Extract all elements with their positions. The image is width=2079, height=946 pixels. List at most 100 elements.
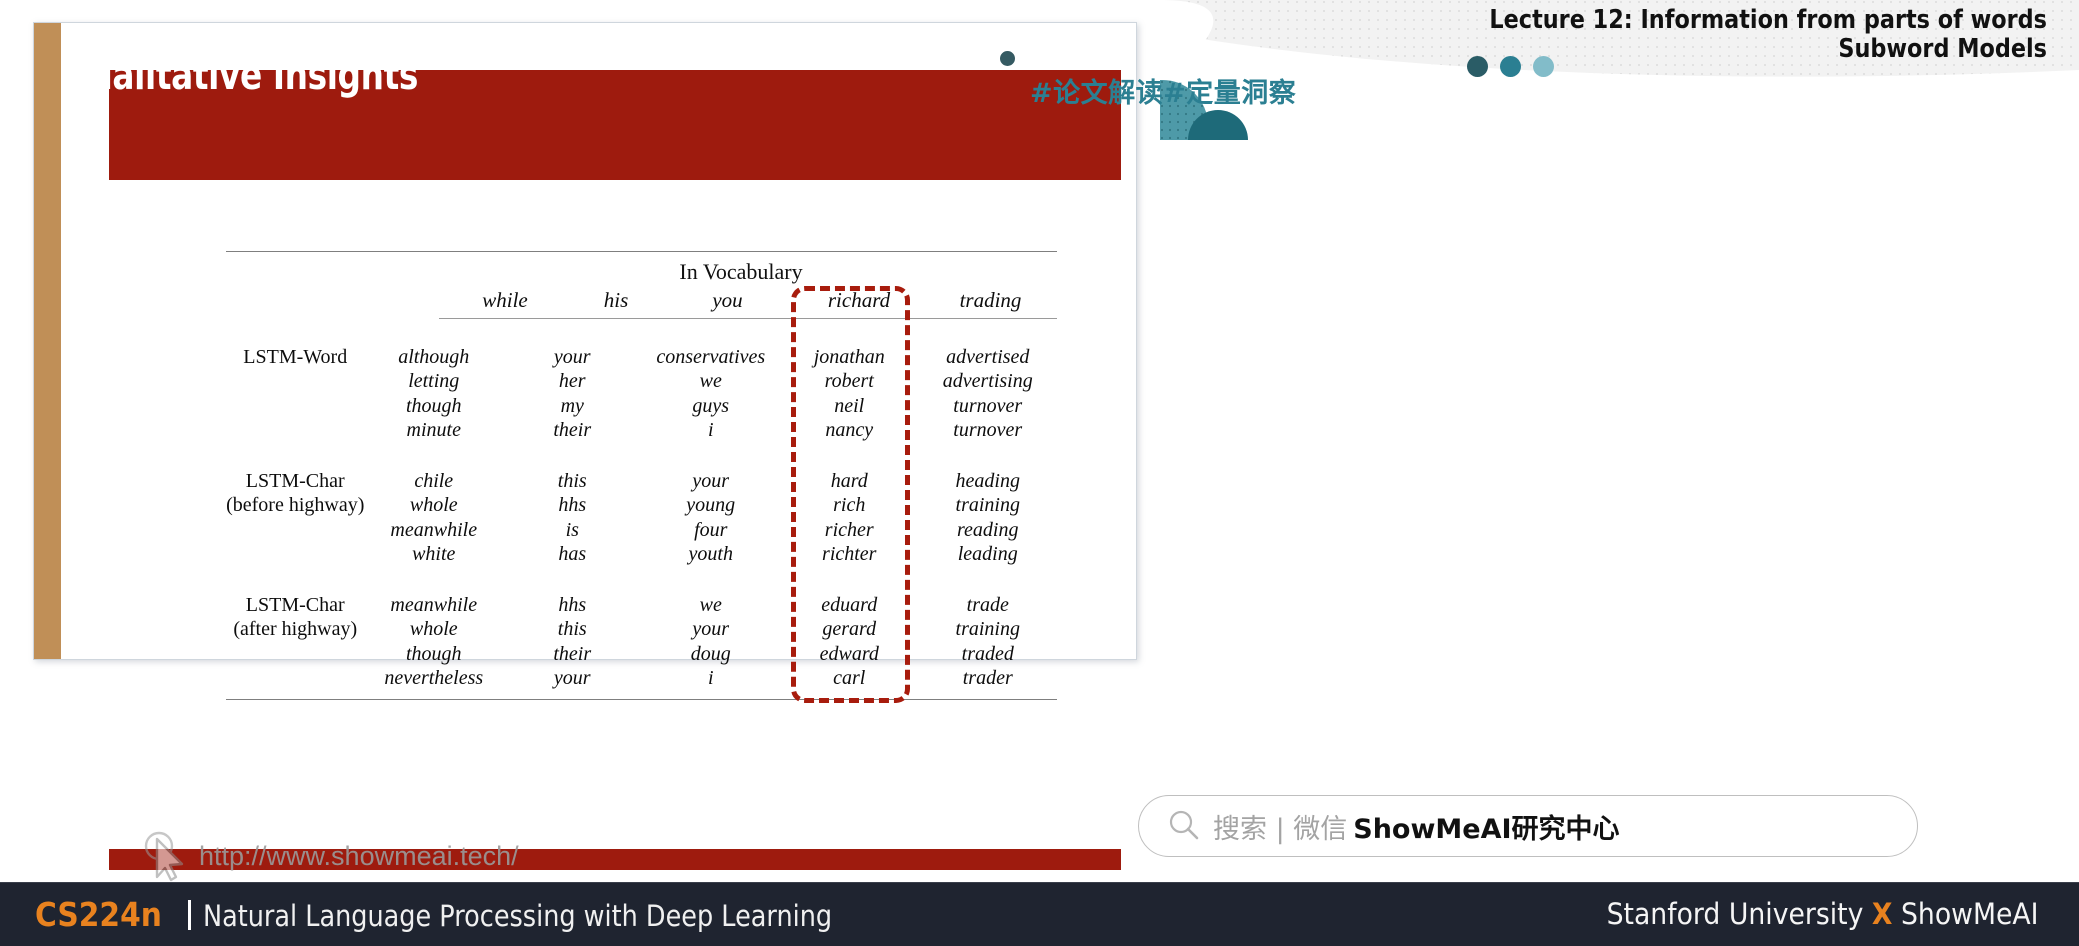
word: richer [824,518,874,541]
row-label-line1: LSTM-Word [243,345,348,368]
cell-r1-c2: your young four youth [642,469,781,567]
word: minute [406,419,461,441]
small-teal-dot [1000,51,1015,66]
cell-r0-c2: conservatives we guys i [642,345,781,443]
word: white [412,543,456,565]
watermark-url: http://www.showmeai.tech/ [199,841,519,871]
word: we [699,370,722,392]
cell-r1-c1: this hhs is has [503,469,642,567]
word: turnover [953,394,1023,417]
word: eduard [821,593,878,616]
footer-bar: CS224n Natural Language Processing with … [0,882,2079,946]
row-label-line2: (before highway) [226,494,365,516]
column-header-3: richard [827,288,891,312]
word: your [692,618,730,640]
word: four [694,518,728,541]
cell-r1-c0: chile whole meanwhile white [365,469,504,567]
word: trade [966,593,1009,616]
lecture-title: Lecture 12: Information from parts of wo… [1462,6,2047,64]
table-group-header: In Vocabulary [679,259,803,284]
word: advertised [946,345,1030,368]
cell-r2-c1: hhs this their your [503,593,642,691]
word: nancy [825,419,874,441]
cell-r1-c3: hard rich richer richter [780,469,919,567]
footer-x-label: X [1872,897,1893,931]
word: heading [955,469,1020,492]
word: traded [961,642,1014,665]
table-row: LSTM-Char (before highway) chile whole m… [226,469,1057,567]
word: young [686,494,736,516]
word: hard [830,469,868,492]
cell-r0-c1: your her my their [503,345,642,443]
word: your [553,345,591,368]
word: doug [690,642,731,665]
word: i [707,419,714,441]
word: chile [414,469,454,492]
nearest-neighbor-body: LSTM-Word although letting though minute… [226,319,1057,691]
word: neil [834,394,865,417]
lecture-title-line1: Lecture 12: Information from parts of wo… [1489,5,2047,35]
word: nevertheless [384,667,484,689]
cell-r2-c3: eduard gerard edward carl [780,593,919,691]
column-header-4: trading [959,288,1022,312]
table-bottom-rule [226,698,1057,700]
word: edward [819,642,879,665]
word: although [398,345,470,368]
word: gerard [822,618,877,640]
cell-r0-c3: jonathan robert neil nancy [780,345,919,443]
table-header-row: while his you richard trading [226,288,1057,318]
search-box[interactable]: 搜索 | 微信 ShowMeAI研究中心 [1138,795,1918,857]
word: youth [688,543,733,565]
word: my [560,394,584,417]
word: jonathan [813,345,885,368]
cell-r0-c4: advertised advertising turnover turnover [919,345,1058,443]
word: conservatives [656,345,766,368]
search-placeholder: 搜索 | 微信 [1213,813,1348,845]
row-label-line2: (after highway) [233,618,358,640]
word: though [405,642,462,665]
cell-r2-c4: trade training traded trader [919,593,1058,691]
cell-r2-c0: meanwhile whole though nevertheless [365,593,504,691]
row-spacer [226,567,1057,593]
header-corner-blank [226,288,439,318]
word: rich [833,494,866,516]
lecture-title-line2: Subword Models [1838,34,2047,64]
word: i [707,667,714,689]
page-title: Qualitative Insights [62,51,418,99]
word: richter [822,543,877,565]
word: whole [409,618,458,640]
cell-r0-c0: although letting though minute [365,345,504,443]
word: hhs [558,494,587,516]
row-label-line1: LSTM-Char [245,593,345,616]
presentation-slide: Qualitative Insights In Vocabulary while… [33,22,1137,882]
qualitative-insights-table: In Vocabulary while his you richard trad… [226,251,1057,700]
footer-showmeai-label: ShowMeAI [1892,897,2039,931]
table-row: LSTM-Char (after highway) meanwhile whol… [226,593,1057,691]
word: training [955,494,1020,516]
header-dot-1 [1467,56,1488,77]
word: hhs [558,593,587,616]
row-label-line1: LSTM-Char [245,469,345,492]
word: is [565,518,579,541]
word: guys [692,394,730,417]
word: your [692,469,730,492]
course-code: CS224n [35,895,162,934]
cell-r2-c2: we your doug i [642,593,781,691]
word: letting [408,370,460,392]
column-header-1: his [603,288,629,312]
row-spacer [226,443,1057,469]
word: we [699,593,722,616]
table-row: LSTM-Word although letting though minute… [226,345,1057,443]
word: trader [962,667,1013,689]
word: whole [409,494,458,516]
word: meanwhile [390,593,478,616]
search-brand-label: ShowMeAI研究中心 [1353,813,1620,845]
slide-left-accent-stripe [34,23,61,659]
word: your [553,667,591,689]
footer-right-group: Stanford University X ShowMeAI [1607,897,2039,931]
word: their [553,642,592,665]
nearest-neighbor-table: while his you richard trading [226,288,1057,318]
word: their [553,419,592,441]
word: has [558,543,587,565]
cell-r1-c4: heading training reading leading [919,469,1058,567]
